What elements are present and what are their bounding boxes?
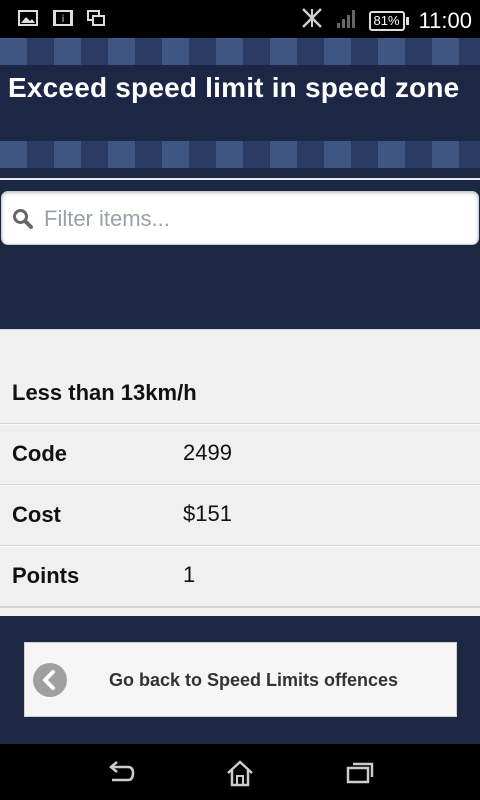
section-title: Less than 13km/h: [12, 380, 197, 405]
battery-icon: 81%: [368, 10, 409, 31]
notification-icons: i: [18, 9, 106, 27]
detail-label: Cost: [12, 502, 61, 527]
back-button-label: Go back to Speed Limits offences: [108, 670, 399, 690]
status-bar: i 81% 11:00: [0, 0, 480, 38]
signal-icon: [335, 7, 359, 34]
battery-level: 81%: [368, 10, 405, 31]
checkered-band-top: [0, 38, 480, 65]
info-icon: i: [52, 9, 73, 27]
detail-row-cost: Cost $151: [0, 484, 480, 546]
divider: [0, 329, 480, 330]
checkered-band-bottom: [0, 141, 480, 168]
recent-apps-icon[interactable]: [344, 758, 376, 788]
back-arrow-icon[interactable]: [104, 758, 136, 788]
footer: Go back to Speed Limits offences: [0, 616, 480, 744]
search-box[interactable]: [1, 191, 479, 245]
detail-row-code: Code 2499: [0, 423, 480, 485]
detail-value: 2499: [183, 440, 232, 465]
back-to-speed-limits-button[interactable]: Go back to Speed Limits offences: [24, 642, 457, 717]
search-area: [0, 180, 480, 329]
page-title: Exceed speed limit in speed zone: [8, 72, 460, 103]
navigation-bar: [0, 744, 480, 800]
home-icon[interactable]: [224, 758, 256, 788]
clock: 11:00: [418, 7, 472, 33]
page-header: Exceed speed limit in speed zone: [0, 38, 480, 178]
detail-value: $151: [183, 501, 232, 526]
no-signal-icon: [299, 6, 325, 35]
detail-row-points: Points 1: [0, 545, 480, 607]
divider: [0, 606, 480, 608]
detail-value: 1: [183, 562, 196, 587]
screens-icon: [86, 9, 106, 27]
image-icon: [18, 9, 38, 27]
detail-label: Code: [12, 441, 67, 466]
offence-details: Less than 13km/h Code 2499 Cost $151 Poi…: [0, 329, 480, 616]
search-input[interactable]: [44, 200, 464, 238]
svg-text:i: i: [62, 14, 65, 25]
search-icon: [12, 208, 34, 230]
system-indicators: 81% 11:00: [299, 6, 472, 35]
detail-label: Points: [12, 563, 80, 588]
